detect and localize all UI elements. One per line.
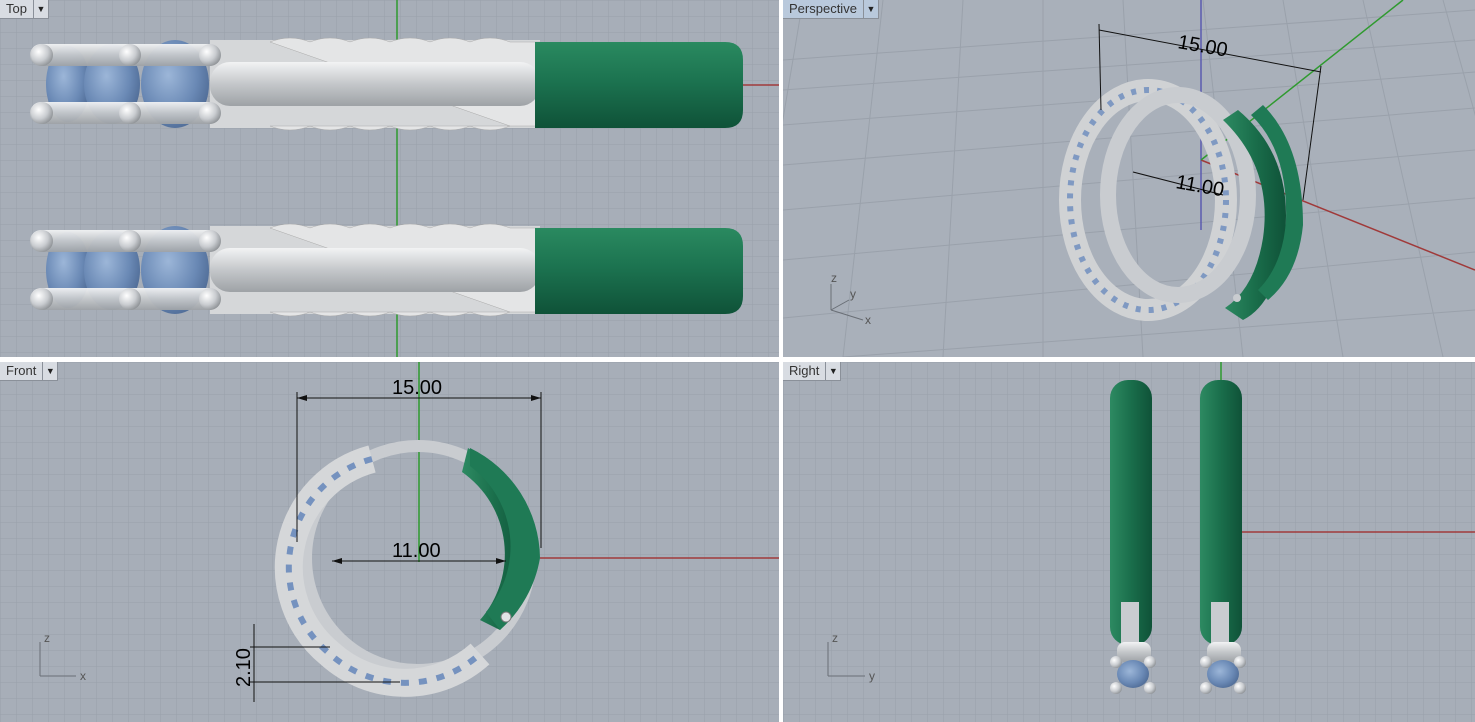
axis-label-y: y — [869, 669, 875, 683]
axis-label-y: y — [850, 287, 856, 301]
viewport-label: Top — [6, 1, 27, 16]
axis-label-z: z — [831, 271, 837, 285]
top-scene — [0, 0, 779, 357]
earring-top-1 — [30, 37, 743, 131]
axis-label-z: z — [832, 631, 838, 645]
tab-front[interactable]: Front ▼ — [0, 362, 59, 381]
dimension-inner: 11.00 — [392, 540, 441, 562]
dropdown-arrow-icon[interactable]: ▼ — [862, 0, 878, 18]
tab-right[interactable]: Right ▼ — [783, 362, 842, 381]
tab-perspective[interactable]: Perspective ▼ — [783, 0, 879, 19]
tab-top[interactable]: Top ▼ — [0, 0, 49, 19]
viewport-label: Front — [6, 363, 37, 378]
axis-label-x: x — [80, 669, 86, 683]
viewport-right[interactable]: z y Right ▼ — [783, 362, 1475, 722]
dimension-height: 2.10 — [233, 648, 255, 687]
earring-top-2 — [30, 223, 743, 317]
axis-label-x: x — [865, 313, 871, 327]
right-scene: z y — [783, 362, 1475, 722]
viewport-label: Right — [789, 363, 820, 378]
perspective-scene: 15.00 11.00 z y x — [783, 0, 1475, 357]
dimension-outer: 15.00 — [392, 377, 442, 399]
viewport-front[interactable]: 15.00 11.00 2.10 z x Front ▼ — [0, 362, 779, 722]
dropdown-arrow-icon[interactable]: ▼ — [825, 362, 840, 380]
viewport-top[interactable]: Top ▼ — [0, 0, 779, 357]
axis-label-z: z — [44, 631, 50, 645]
dropdown-arrow-icon[interactable]: ▼ — [42, 362, 57, 380]
front-scene: 15.00 11.00 2.10 z x — [0, 362, 779, 722]
dropdown-arrow-icon[interactable]: ▼ — [32, 0, 48, 18]
viewport-perspective[interactable]: 15.00 11.00 z y x Perspective ▼ — [783, 0, 1475, 357]
viewport-label: Perspective — [789, 1, 857, 16]
